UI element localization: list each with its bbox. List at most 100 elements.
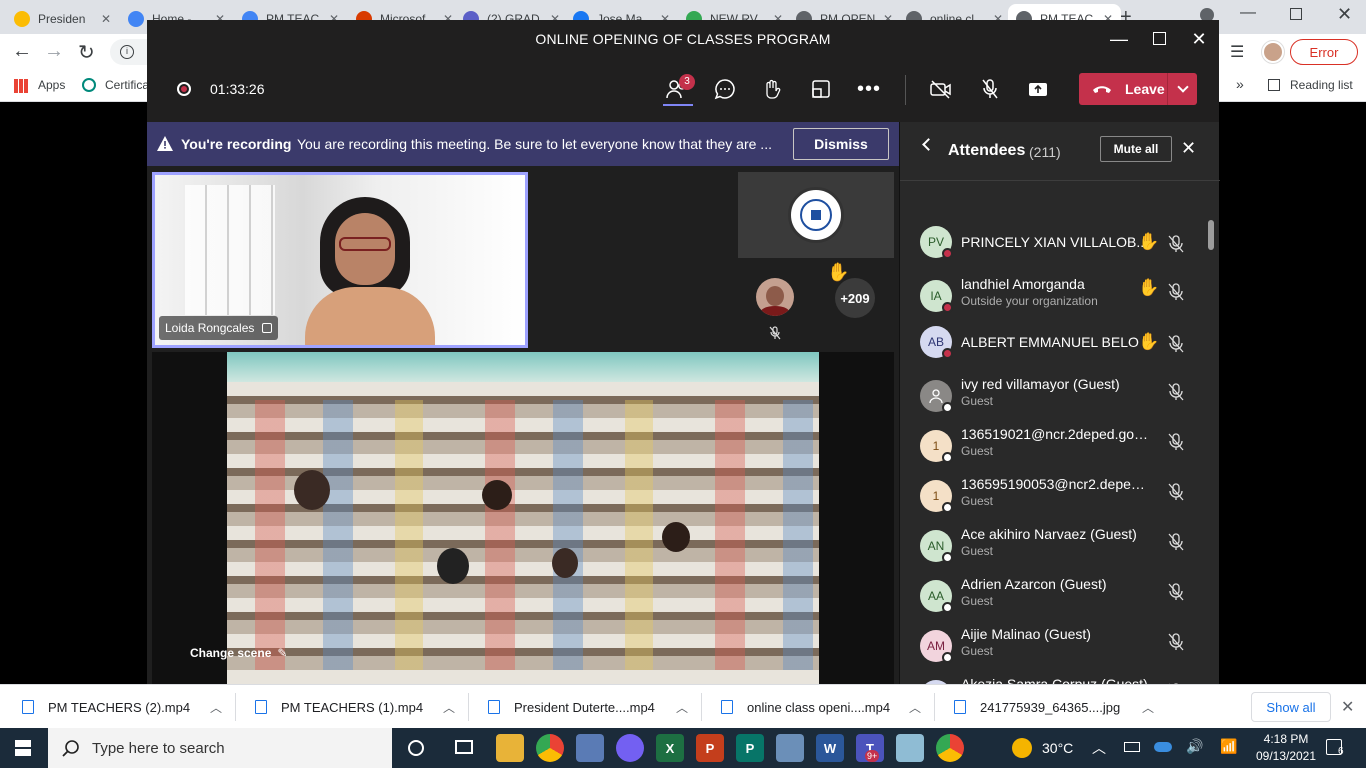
tray-chevron-icon[interactable]: ︿ xyxy=(1092,738,1106,758)
presenter-video-tile[interactable]: Loida Rongcales xyxy=(152,172,528,348)
apps-bookmark[interactable]: Apps xyxy=(38,78,65,92)
weather-temp[interactable]: 30°C xyxy=(1042,740,1073,756)
chat-button[interactable] xyxy=(710,74,740,104)
panel-scrollbar[interactable] xyxy=(1208,220,1214,250)
more-bookmarks-icon[interactable]: » xyxy=(1236,76,1244,92)
overflow-participants[interactable]: +209 xyxy=(835,278,875,318)
download-options-chevron-icon[interactable]: ︿ xyxy=(909,699,921,716)
file-explorer-app[interactable] xyxy=(496,734,524,762)
volume-icon[interactable]: 🔊 xyxy=(1186,738,1203,755)
attendee-row[interactable]: 1 136519021@ncr.2deped.gov.... Guest xyxy=(920,426,1200,476)
minimize-browser-button[interactable]: — xyxy=(1240,4,1256,22)
mic-off-icon[interactable] xyxy=(1166,482,1186,502)
close-downloads-icon[interactable]: ✕ xyxy=(1341,697,1354,717)
attendee-row[interactable]: AB ALBERT EMMANUEL BELO ✋ xyxy=(920,326,1200,376)
mic-off-icon[interactable] xyxy=(1166,532,1186,552)
download-options-chevron-icon[interactable]: ︿ xyxy=(443,699,455,716)
viber-app[interactable] xyxy=(616,734,644,762)
dismiss-button[interactable]: Dismiss xyxy=(793,128,889,160)
task-view-icon[interactable] xyxy=(455,740,473,754)
mic-toggle-button[interactable] xyxy=(975,74,1005,104)
show-all-button[interactable]: Show all xyxy=(1251,692,1331,722)
student-figure xyxy=(552,548,578,578)
notepad-app[interactable] xyxy=(896,734,924,762)
download-item[interactable]: 241775939_64365....jpg ︿ xyxy=(954,685,1154,729)
battery-icon[interactable] xyxy=(1124,742,1140,752)
download-item[interactable]: PM TEACHERS (1).mp4 ︿ xyxy=(255,685,455,729)
download-options-chevron-icon[interactable]: ︿ xyxy=(1142,699,1154,716)
mic-off-icon[interactable] xyxy=(1166,632,1186,652)
mic-off-icon[interactable] xyxy=(1166,382,1186,402)
attendee-avatar: PV xyxy=(920,226,953,259)
participant-avatar-small[interactable] xyxy=(756,278,794,316)
chrome-profile-app[interactable] xyxy=(936,734,964,762)
maximize-window-button[interactable] xyxy=(1148,28,1170,50)
leave-meeting-button[interactable]: Leave xyxy=(1079,73,1197,105)
reading-mode-icon[interactable]: ☰ xyxy=(1230,42,1244,62)
taskbar-search-box[interactable]: Type here to search xyxy=(48,728,392,768)
raise-hand-icon xyxy=(766,79,781,99)
attendee-row[interactable]: PV PRINCELY XIAN VILLALOB... ✋ xyxy=(920,226,1200,276)
mute-all-button[interactable]: Mute all xyxy=(1100,136,1172,162)
browser-tab[interactable]: Presiden ✕ xyxy=(6,4,119,34)
share-screen-button[interactable] xyxy=(1023,74,1053,104)
attendee-row[interactable]: ivy red villamayor (Guest) Guest xyxy=(920,376,1200,426)
restore-browser-button[interactable] xyxy=(1290,8,1302,20)
excel-app[interactable]: X xyxy=(656,734,684,762)
mic-off-icon[interactable] xyxy=(1166,432,1186,452)
powerpoint-app[interactable]: P xyxy=(696,734,724,762)
paint3d-app[interactable] xyxy=(776,734,804,762)
close-panel-icon[interactable]: ✕ xyxy=(1181,138,1196,159)
weather-sun-icon xyxy=(1012,738,1032,758)
back-chevron-icon[interactable] xyxy=(922,138,935,151)
word-app[interactable]: W xyxy=(816,734,844,762)
profile-avatar[interactable] xyxy=(1262,41,1284,63)
close-window-button[interactable]: ✕ xyxy=(1188,28,1210,50)
download-item[interactable]: online class openi....mp4 ︿ xyxy=(721,685,921,729)
certificate-bookmark[interactable]: Certifica xyxy=(105,78,149,92)
reading-list-link[interactable]: Reading list xyxy=(1290,78,1353,92)
download-options-chevron-icon[interactable]: ︿ xyxy=(676,699,688,716)
mic-off-icon[interactable] xyxy=(1166,234,1186,254)
download-options-chevron-icon[interactable]: ︿ xyxy=(210,699,222,716)
attendee-row[interactable]: AA Adrien Azarcon (Guest) Guest xyxy=(920,576,1200,626)
reload-icon[interactable]: ↻ xyxy=(78,40,95,65)
back-icon[interactable]: ← xyxy=(12,40,32,63)
mic-off-icon[interactable] xyxy=(1166,334,1186,354)
breakout-rooms-button[interactable] xyxy=(806,74,836,104)
file-icon xyxy=(721,700,733,714)
cortana-icon[interactable] xyxy=(408,740,424,756)
download-item[interactable]: President Duterte....mp4 ︿ xyxy=(488,685,688,729)
change-scene-button[interactable]: Change scene ✎ xyxy=(190,646,287,660)
network-icon[interactable]: 📶 xyxy=(1220,738,1237,755)
attendee-name: 136519021@ncr.2deped.gov.... xyxy=(961,426,1151,442)
start-windows-icon[interactable] xyxy=(15,740,31,756)
onedrive-icon[interactable] xyxy=(1154,742,1172,752)
clock-date[interactable]: 09/13/2021 xyxy=(1251,749,1321,763)
more-actions-button[interactable]: ••• xyxy=(854,74,884,104)
minimize-window-button[interactable]: — xyxy=(1108,28,1130,50)
attendee-row[interactable]: IA landhiel Amorganda Outside your organiz… xyxy=(920,276,1200,326)
attendee-row[interactable]: AM Aijie Malinao (Guest) Guest xyxy=(920,626,1200,676)
clock-time[interactable]: 4:18 PM xyxy=(1256,732,1316,746)
forward-icon[interactable]: → xyxy=(44,40,64,63)
paint-app[interactable] xyxy=(576,734,604,762)
reactions-button[interactable] xyxy=(757,74,787,104)
info-icon: i xyxy=(120,45,134,59)
chrome-app[interactable] xyxy=(536,734,564,762)
attendee-row[interactable]: AN Ace akihiro Narvaez (Guest) Guest xyxy=(920,526,1200,576)
download-item[interactable]: PM TEACHERS (2).mp4 ︿ xyxy=(22,685,222,729)
camera-toggle-button[interactable] xyxy=(926,74,956,104)
meeting-timer: 01:33:26 xyxy=(210,81,265,97)
attendee-row[interactable]: 1 136595190053@ncr2.deped.g... Guest xyxy=(920,476,1200,526)
profile-error-button[interactable]: Error xyxy=(1290,39,1358,65)
logo-video-tile[interactable] xyxy=(738,172,894,258)
leave-options-dropdown[interactable] xyxy=(1167,73,1197,105)
publisher-app[interactable]: P xyxy=(736,734,764,762)
tab-close-icon[interactable]: ✕ xyxy=(101,12,111,26)
close-browser-button[interactable]: ✕ xyxy=(1337,4,1352,25)
raised-hand-icon: ✋ xyxy=(1138,232,1160,251)
apps-grid-icon[interactable] xyxy=(14,79,28,93)
mic-off-icon[interactable] xyxy=(1166,282,1186,302)
mic-off-icon[interactable] xyxy=(1166,582,1186,602)
